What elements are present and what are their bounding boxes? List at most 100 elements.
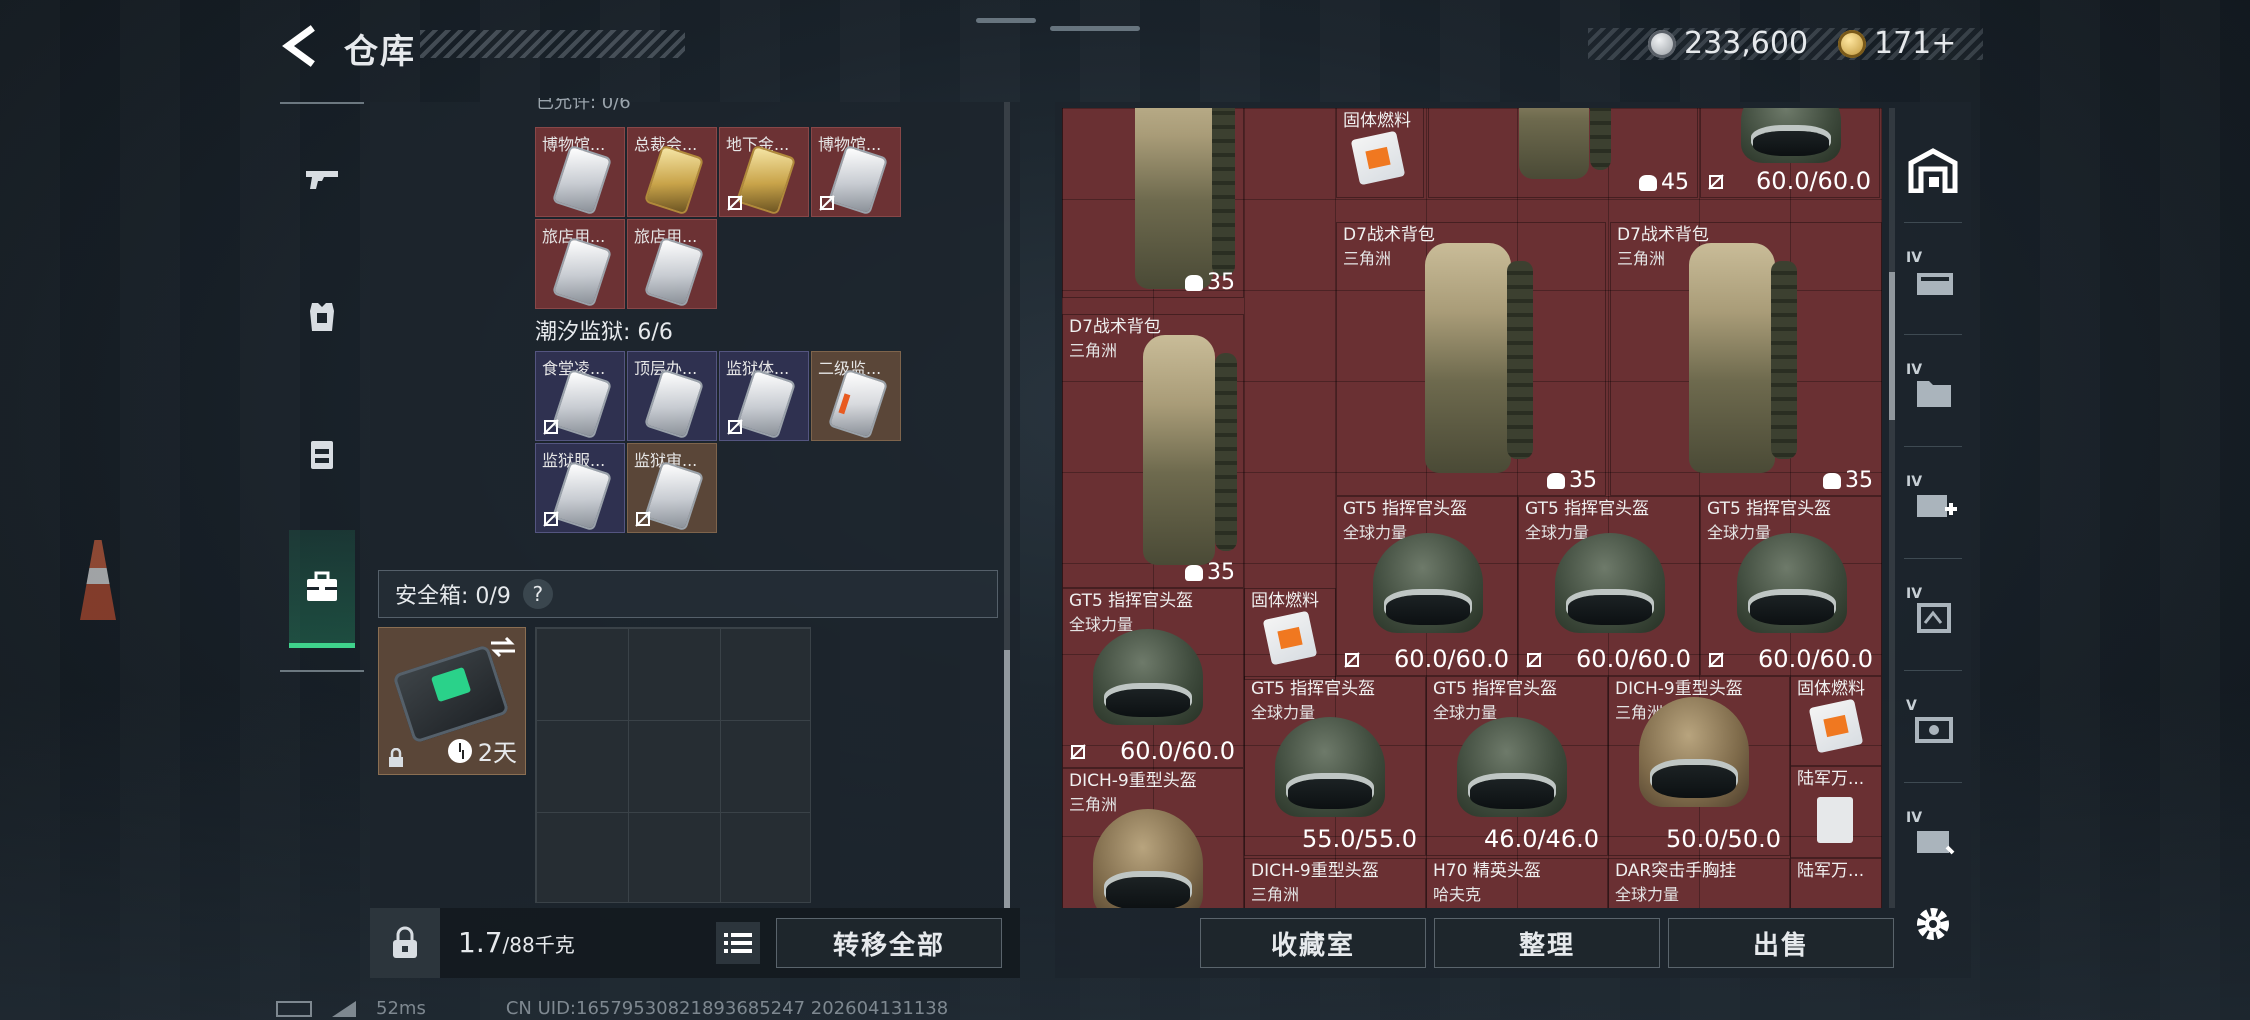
key-card-slot[interactable]: 食堂凌... xyxy=(535,351,625,441)
helmet-item[interactable]: GT5 指挥官头盔 全球力量 60.0/60.0 xyxy=(1336,496,1518,676)
no-container-icon xyxy=(543,511,559,527)
back-arrow-icon xyxy=(282,25,315,67)
settings-button[interactable] xyxy=(1898,876,1968,972)
key-card-slot[interactable]: 旅店用... xyxy=(535,219,625,309)
tab-key-storage[interactable]: V xyxy=(1898,680,1968,776)
help-icon[interactable]: ? xyxy=(522,579,553,609)
settings-gear-icon xyxy=(1917,908,1949,940)
helmet-item[interactable]: GT5 指挥官头盔 全球力量 55.0/55.0 xyxy=(1244,676,1426,856)
helmet-item[interactable]: GT5 指挥官头盔 全球力量 60.0/60.0 xyxy=(1700,496,1882,676)
tab-storage-crate[interactable]: IV xyxy=(1898,232,1968,328)
tab-medical-storage[interactable]: IV xyxy=(1898,456,1968,552)
helmet-icon xyxy=(1639,697,1749,807)
backpack-item[interactable]: 35 xyxy=(1062,108,1244,298)
no-container-icon xyxy=(1526,652,1542,668)
helmet-item[interactable]: H70 精英头盔 哈夫克 xyxy=(1426,858,1608,908)
swap-icon[interactable] xyxy=(489,636,517,658)
helmet-item[interactable]: DICH-9重型头盔 三角洲 50.0/50.0 xyxy=(1608,676,1790,856)
no-container-icon xyxy=(1070,744,1086,760)
key-card-slot[interactable]: 二级监... xyxy=(811,351,901,441)
fuel-item[interactable]: 固体燃料 xyxy=(1244,588,1336,680)
helmet-item[interactable]: DICH-9重型头盔 三角洲 xyxy=(1244,858,1426,908)
weight-readout: 1.7/88千克 xyxy=(458,926,575,959)
tab-divider xyxy=(1904,558,1962,559)
tab-folder-storage[interactable]: IV xyxy=(1898,344,1968,440)
ceiling-light xyxy=(976,18,1036,23)
silver-currency[interactable]: 233,600 xyxy=(1648,26,1808,61)
helmet-icon xyxy=(1275,717,1385,817)
tab-divider xyxy=(1904,222,1962,223)
backpack-item[interactable]: D7战术背包 三角洲 35 xyxy=(1336,222,1606,496)
no-container-icon xyxy=(819,195,835,211)
weight-lock-button[interactable] xyxy=(370,908,440,978)
key-card-slot[interactable]: 总裁会... xyxy=(627,127,717,217)
key-card-slot[interactable]: 监狱服... xyxy=(535,443,625,533)
no-container-icon xyxy=(635,511,651,527)
tab-misc-storage[interactable]: IV xyxy=(1898,792,1968,888)
no-container-icon xyxy=(1708,174,1724,190)
sell-button[interactable]: 出售 xyxy=(1668,918,1894,968)
sort-button[interactable]: 整理 xyxy=(1434,918,1660,968)
helmet-icon xyxy=(1457,717,1567,817)
solid-fuel-icon xyxy=(1808,698,1864,754)
fuel-item[interactable]: 固体燃料 xyxy=(1790,676,1882,766)
army-item[interactable]: 陆军万... xyxy=(1790,858,1882,908)
back-button[interactable] xyxy=(278,24,318,68)
gold-currency[interactable]: 171+ xyxy=(1838,26,1956,61)
backpack-item[interactable]: D7战术背包 三角洲 35 xyxy=(1062,314,1244,588)
key-card-slot[interactable]: 博物馆... xyxy=(811,127,901,217)
key-card-slot[interactable]: 博物馆... xyxy=(535,127,625,217)
backpack-icon xyxy=(1689,243,1797,473)
collection-room-button[interactable]: 收藏室 xyxy=(1200,918,1426,968)
key-card-slot[interactable]: 顶层办... xyxy=(627,351,717,441)
helmet-item[interactable]: GT5 指挥官头盔 全球力量 60.0/60.0 xyxy=(1518,496,1700,676)
tab-ammo-storage[interactable]: IV xyxy=(1898,568,1968,664)
fuel-item[interactable]: 固体燃料 xyxy=(1336,108,1424,198)
warehouse-scroll-thumb[interactable] xyxy=(1889,272,1895,420)
warehouse-grid[interactable]: 35 固体燃料 45 60.0/60.0 D7战术背包 三角洲 35 D7战术背… xyxy=(1062,108,1882,908)
group-title: 潮汐监狱: 6/6 xyxy=(535,320,673,345)
backpack-icon xyxy=(1135,108,1235,289)
tab-divider xyxy=(1904,782,1962,783)
backpack-item[interactable]: D7战术背包 三角洲 35 xyxy=(1610,222,1882,496)
weight-icon xyxy=(1823,473,1841,489)
tab-warehouse[interactable] xyxy=(1898,122,1968,218)
chest-rig-item[interactable]: DAR突击手胸挂 全球力量 xyxy=(1608,858,1790,908)
tab-chest-rig[interactable] xyxy=(280,396,364,514)
helmet-item[interactable]: DICH-9重型头盔 三角洲 xyxy=(1062,768,1244,908)
safe-box-label: 安全箱: 0/9 xyxy=(395,584,511,609)
safe-box-grid[interactable] xyxy=(535,627,811,903)
backpack-item[interactable]: 45 xyxy=(1428,108,1698,198)
army-item[interactable]: 陆军万... xyxy=(1790,766,1882,858)
inventory-scroll-thumb[interactable] xyxy=(1004,650,1010,908)
key-card-slot[interactable]: 旅店用... xyxy=(627,219,717,309)
transfer-all-button[interactable]: 转移全部 xyxy=(776,918,1002,968)
kettlebell-lock-icon xyxy=(393,926,417,958)
key-card-slot[interactable]: 监狱体... xyxy=(719,351,809,441)
warehouse-scrollbar[interactable] xyxy=(1889,108,1895,908)
list-view-button[interactable] xyxy=(716,922,760,964)
helmet-item[interactable]: GT5 指挥官头盔 全球力量 60.0/60.0 xyxy=(1062,588,1244,768)
tab-weapons[interactable] xyxy=(280,120,364,238)
no-container-icon xyxy=(1708,652,1724,668)
clock-icon xyxy=(447,738,472,763)
helmet-icon xyxy=(1093,629,1203,725)
key-card-slot[interactable]: 监狱审... xyxy=(627,443,717,533)
nav-divider xyxy=(280,102,364,104)
status-footer: 52ms CN UID:16579530821893685247 2026041… xyxy=(276,998,948,1019)
safe-case-slot[interactable]: 2天 xyxy=(378,627,526,775)
title-decoration xyxy=(420,30,685,58)
tab-armor[interactable] xyxy=(280,258,364,376)
gold-amount: 171+ xyxy=(1874,26,1957,61)
silver-coin-icon xyxy=(1648,29,1676,58)
tab-safe-box[interactable] xyxy=(289,530,355,648)
key-card-slot[interactable]: 地下金... xyxy=(719,127,809,217)
backpack-icon xyxy=(1143,335,1237,565)
key-card-icon xyxy=(646,371,702,437)
helmet-item[interactable]: 60.0/60.0 xyxy=(1700,108,1880,198)
tab-divider xyxy=(1904,670,1962,671)
no-container-icon xyxy=(727,419,743,435)
helmet-item[interactable]: GT5 指挥官头盔 全球力量 46.0/46.0 xyxy=(1426,676,1608,856)
safe-box-header: 安全箱: 0/9 ? xyxy=(378,570,998,618)
silver-amount: 233,600 xyxy=(1684,26,1809,61)
